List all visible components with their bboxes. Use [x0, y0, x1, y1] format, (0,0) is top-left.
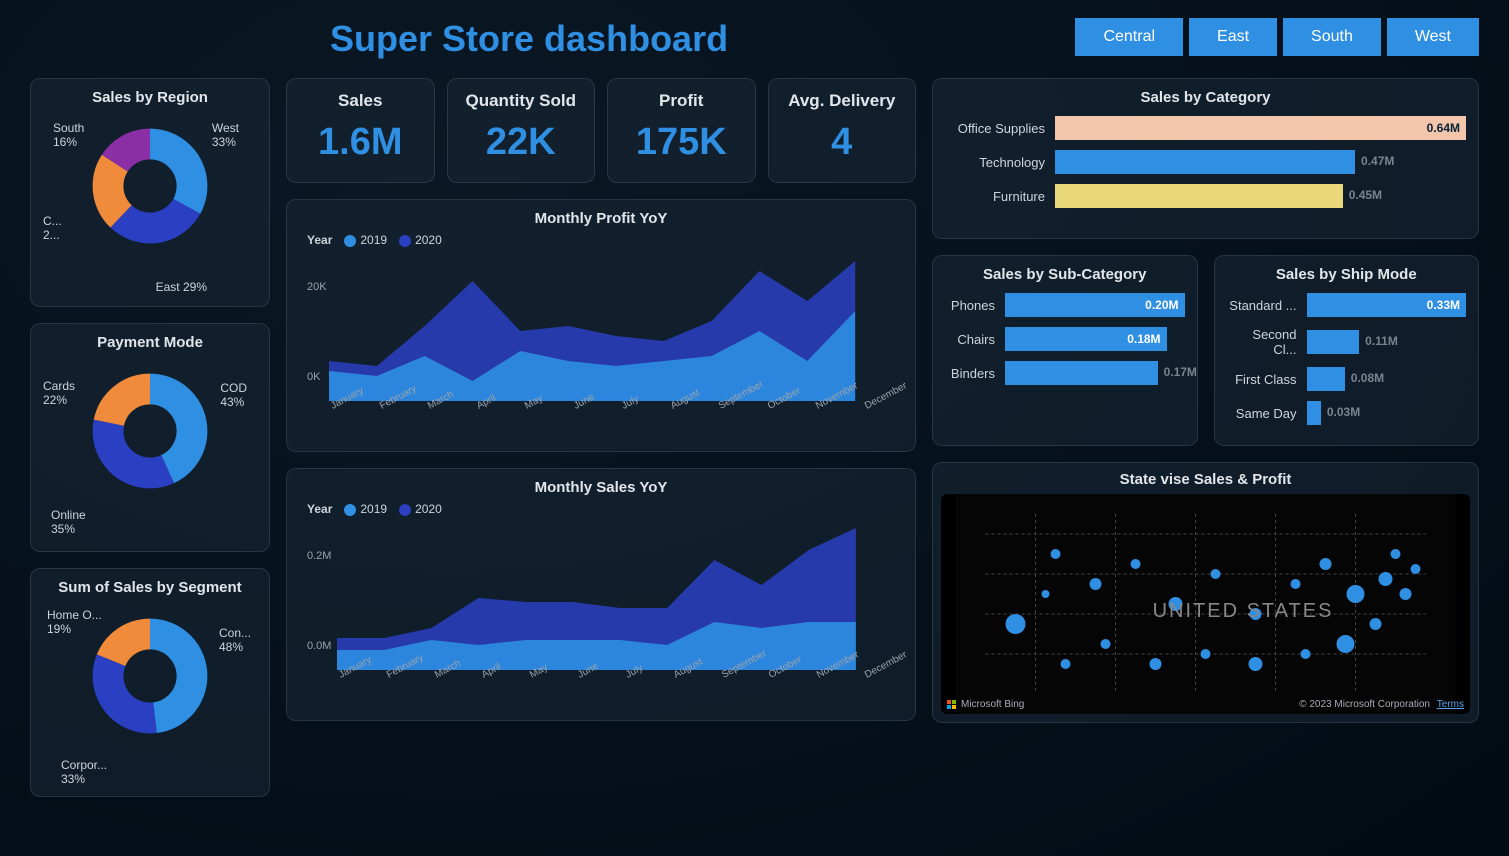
bar-row: Standard ...0.33M	[1227, 293, 1467, 317]
bar-row: Binders0.17M	[945, 361, 1185, 385]
bar-row: Same Day0.03M	[1227, 401, 1467, 425]
donut-slice-label: East 29%	[156, 280, 207, 294]
bar-label: Chairs	[945, 332, 1005, 347]
bar-fill[interactable]: 0.45M	[1055, 184, 1343, 208]
bar-value: 0.17M	[1164, 365, 1197, 379]
x-axis-months: JanuaryFebruaryMarchAprilMayJuneJulyAugu…	[337, 671, 903, 682]
bar-value: 0.11M	[1365, 334, 1398, 348]
bar-fill[interactable]: 0.18M	[1005, 327, 1167, 351]
bar-label: Phones	[945, 298, 1005, 313]
panel-title: State vise Sales & Profit	[941, 471, 1470, 488]
bar-value: 0.03M	[1327, 405, 1360, 419]
kpi-quantity[interactable]: Quantity Sold 22K	[447, 78, 596, 183]
kpi-label: Avg. Delivery	[775, 91, 910, 111]
panel-monthly-sales[interactable]: Monthly Sales YoY Year 2019 2020 0.2M 0.…	[286, 468, 916, 721]
y-tick: 0.0M	[307, 640, 331, 652]
bar-fill[interactable]: 0.08M	[1307, 367, 1345, 391]
panel-sales-by-region[interactable]: Sales by Region West33% East 29% C...2..…	[30, 78, 270, 307]
bar-fill[interactable]: 0.33M	[1307, 293, 1467, 317]
bar-row: Second Cl...0.11M	[1227, 327, 1467, 357]
panel-title: Monthly Sales YoY	[299, 479, 903, 496]
bing-icon	[947, 700, 957, 710]
kpi-label: Sales	[293, 91, 428, 111]
x-axis-months: JanuaryFebruaryMarchAprilMayJuneJulyAugu…	[329, 402, 903, 413]
donut-slice-label: COD43%	[220, 381, 247, 409]
region-button-south[interactable]: South	[1283, 18, 1381, 56]
bar-row: Phones0.20M	[945, 293, 1185, 317]
kpi-value: 175K	[614, 121, 749, 164]
panel-monthly-profit[interactable]: Monthly Profit YoY Year 2019 2020 20K 0K…	[286, 199, 916, 452]
y-tick: 0.2M	[307, 550, 331, 562]
map-country-label: UNITED STATES	[1153, 600, 1334, 623]
bar-label: Office Supplies	[945, 121, 1055, 136]
kpi-avg-delivery[interactable]: Avg. Delivery 4	[768, 78, 917, 183]
chart-legend: Year 2019 2020	[307, 233, 903, 247]
panel-payment-mode[interactable]: Payment Mode COD43% Online35% Cards22%	[30, 323, 270, 552]
donut-slice-label: Corpor...33%	[61, 758, 107, 786]
bar-fill[interactable]: 0.20M	[1005, 293, 1185, 317]
panel-title: Monthly Profit YoY	[299, 210, 903, 227]
region-button-west[interactable]: West	[1387, 18, 1479, 56]
panel-sales-by-segment[interactable]: Sum of Sales by Segment Con...48% Corpor…	[30, 568, 270, 797]
donut-slice-label: C...2...	[43, 214, 62, 242]
dashboard-title: Super Store dashboard	[330, 18, 728, 60]
kpi-value: 4	[775, 121, 910, 164]
kpi-profit[interactable]: Profit 175K	[607, 78, 756, 183]
y-tick: 20K	[307, 281, 327, 293]
panel-sales-by-shipmode[interactable]: Sales by Ship Mode Standard ...0.33MSeco…	[1214, 255, 1480, 446]
bar-fill[interactable]: 0.03M	[1307, 401, 1321, 425]
map-visual[interactable]: UNITED STATES Microsoft Bing © 2023 Micr…	[941, 494, 1470, 714]
bar-row: First Class0.08M	[1227, 367, 1467, 391]
kpi-label: Profit	[614, 91, 749, 111]
bar-row: Technology0.47M	[945, 150, 1466, 174]
panel-title: Payment Mode	[43, 334, 257, 351]
donut-slice-label: Con...48%	[219, 626, 251, 654]
panel-sales-by-subcategory[interactable]: Sales by Sub-Category Phones0.20MChairs0…	[932, 255, 1198, 446]
y-tick: 0K	[307, 371, 320, 383]
bar-fill[interactable]: 0.64M	[1055, 116, 1466, 140]
donut-slice-label: Home O...19%	[47, 608, 102, 636]
bar-value: 0.08M	[1351, 371, 1384, 385]
donut-slice-label: Cards22%	[43, 379, 75, 407]
bar-label: Furniture	[945, 189, 1055, 204]
bar-row: Furniture0.45M	[945, 184, 1466, 208]
panel-state-sales-profit[interactable]: State vise Sales & Profit	[932, 462, 1479, 723]
region-button-group: Central East South West	[1075, 18, 1479, 56]
kpi-value: 22K	[454, 121, 589, 164]
donut-slice-label: South16%	[53, 121, 84, 149]
map-attribution-left: Microsoft Bing	[947, 699, 1024, 710]
bar-label: First Class	[1227, 372, 1307, 387]
bar-label: Binders	[945, 366, 1005, 381]
panel-title: Sum of Sales by Segment	[43, 579, 257, 596]
donut-slice-label: West33%	[212, 121, 239, 149]
panel-sales-by-category[interactable]: Sales by Category Office Supplies0.64MTe…	[932, 78, 1479, 239]
panel-title: Sales by Category	[945, 89, 1466, 106]
bar-fill[interactable]: 0.17M	[1005, 361, 1158, 385]
bar-fill[interactable]: 0.11M	[1307, 330, 1360, 354]
panel-title: Sales by Ship Mode	[1227, 266, 1467, 283]
kpi-label: Quantity Sold	[454, 91, 589, 111]
bar-row: Office Supplies0.64M	[945, 116, 1466, 140]
bar-fill[interactable]: 0.47M	[1055, 150, 1355, 174]
panel-title: Sales by Region	[43, 89, 257, 106]
panel-title: Sales by Sub-Category	[945, 266, 1185, 283]
donut-slice-label: Online35%	[51, 508, 86, 536]
kpi-value: 1.6M	[293, 121, 428, 164]
bar-row: Chairs0.18M	[945, 327, 1185, 351]
bar-label: Second Cl...	[1227, 327, 1307, 357]
bar-label: Same Day	[1227, 406, 1307, 421]
bar-value: 0.45M	[1349, 188, 1382, 202]
bar-value: 0.47M	[1361, 154, 1394, 168]
bar-label: Standard ...	[1227, 298, 1307, 313]
chart-legend: Year 2019 2020	[307, 502, 903, 516]
region-button-central[interactable]: Central	[1075, 18, 1183, 56]
map-attribution-right: © 2023 Microsoft Corporation Terms	[1299, 699, 1464, 710]
region-button-east[interactable]: East	[1189, 18, 1277, 56]
bar-label: Technology	[945, 155, 1055, 170]
map-terms-link[interactable]: Terms	[1437, 699, 1464, 710]
kpi-sales[interactable]: Sales 1.6M	[286, 78, 435, 183]
